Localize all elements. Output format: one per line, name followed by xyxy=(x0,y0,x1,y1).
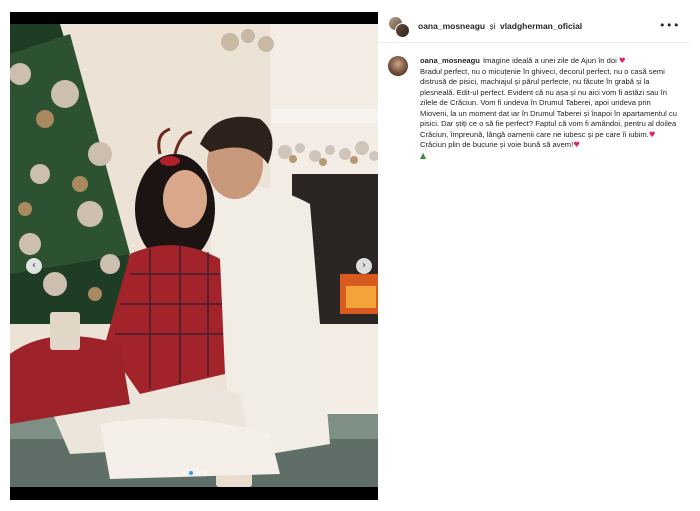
post-photo[interactable] xyxy=(10,24,378,487)
christmas-tree-icon: ▲ xyxy=(420,150,427,160)
carousel-dot xyxy=(181,471,186,475)
chevron-right-icon[interactable]: › xyxy=(356,258,372,274)
post-sidebar: oana_mosneagu și vladgherman_oficial •••… xyxy=(378,12,690,500)
caption-line: Imagine ideală a unei zile de Ajun în do… xyxy=(482,56,619,65)
carousel-dot-active xyxy=(188,471,193,475)
author-link[interactable]: vladgherman_oficial xyxy=(500,21,582,31)
caption-line: Bradul perfect, nu o micuțenie în ghivec… xyxy=(420,66,677,139)
christmas-couple-photo xyxy=(10,24,378,487)
heart-icon: ♥ xyxy=(573,140,580,149)
carousel-dot xyxy=(195,471,200,475)
caption-line: Crăciun plin de bucurie și voie bună să … xyxy=(420,140,574,149)
post-header: oana_mosneagu și vladgherman_oficial ••• xyxy=(378,12,690,43)
chevron-left-icon[interactable]: ‹ xyxy=(26,258,42,274)
carousel-indicator xyxy=(10,471,378,475)
author-separator: și xyxy=(489,21,496,31)
heart-icon: ♥ xyxy=(648,129,656,139)
carousel-dot xyxy=(202,471,207,475)
ellipsis-icon[interactable]: ••• xyxy=(659,19,680,32)
avatar[interactable] xyxy=(395,23,410,38)
avatar[interactable] xyxy=(388,56,408,76)
collab-avatars[interactable] xyxy=(388,16,410,38)
author-link[interactable]: oana_mosneagu xyxy=(418,21,485,31)
post-authors: oana_mosneagu și vladgherman_oficial xyxy=(418,21,582,31)
post-media: ‹ › xyxy=(10,12,378,500)
caption-text: oana_mosneagu Imagine ideală a unei zile … xyxy=(420,56,680,161)
caption-username[interactable]: oana_mosneagu xyxy=(420,56,480,65)
instagram-post: ‹ › oana_mosneagu și vladgherman_oficial… xyxy=(0,0,700,511)
heart-icon: ♥ xyxy=(618,56,626,65)
